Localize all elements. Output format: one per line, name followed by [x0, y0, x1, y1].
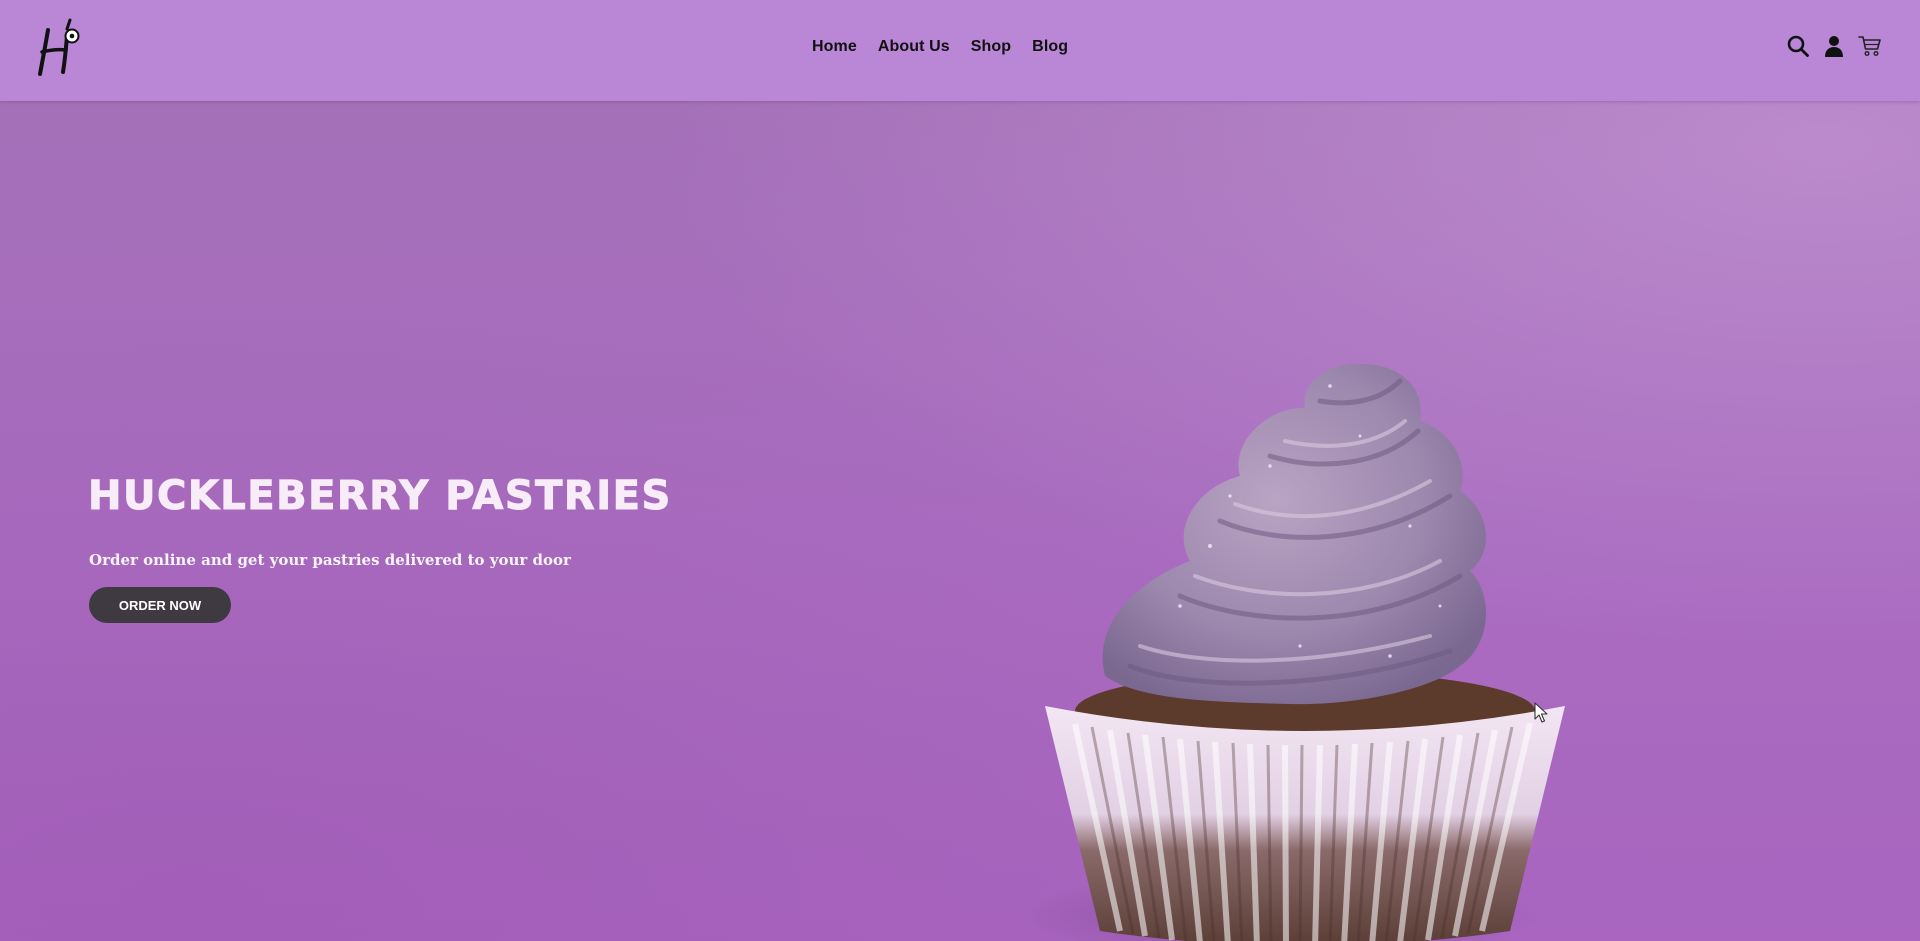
- nav-shop[interactable]: Shop: [971, 38, 1011, 56]
- nav-blog[interactable]: Blog: [1032, 38, 1068, 56]
- logo-mark-icon: [38, 18, 80, 76]
- site-header: Home About Us Shop Blog: [0, 0, 1920, 101]
- nav-about-us[interactable]: About Us: [878, 38, 950, 56]
- nav-home[interactable]: Home: [812, 38, 857, 56]
- page: Home About Us Shop Blog HUCKLEBERRY PAST…: [0, 0, 1920, 941]
- cupcake-image: [1030, 363, 1565, 941]
- search-icon[interactable]: [1786, 34, 1810, 58]
- header-actions: [1786, 34, 1882, 58]
- cart-icon[interactable]: [1858, 34, 1882, 58]
- hero-section: Huckleberry Pastries Order online and ge…: [0, 101, 1920, 941]
- account-icon[interactable]: [1822, 34, 1846, 58]
- hero-subtitle: Order online and get your pastries deliv…: [89, 551, 571, 569]
- order-now-button[interactable]: ORDER NOW: [89, 587, 231, 623]
- site-logo[interactable]: [36, 16, 86, 78]
- main-nav: Home About Us Shop Blog: [812, 38, 1089, 56]
- mouse-cursor-icon: [1534, 702, 1548, 723]
- hero-title: Huckleberry Pastries: [88, 473, 672, 520]
